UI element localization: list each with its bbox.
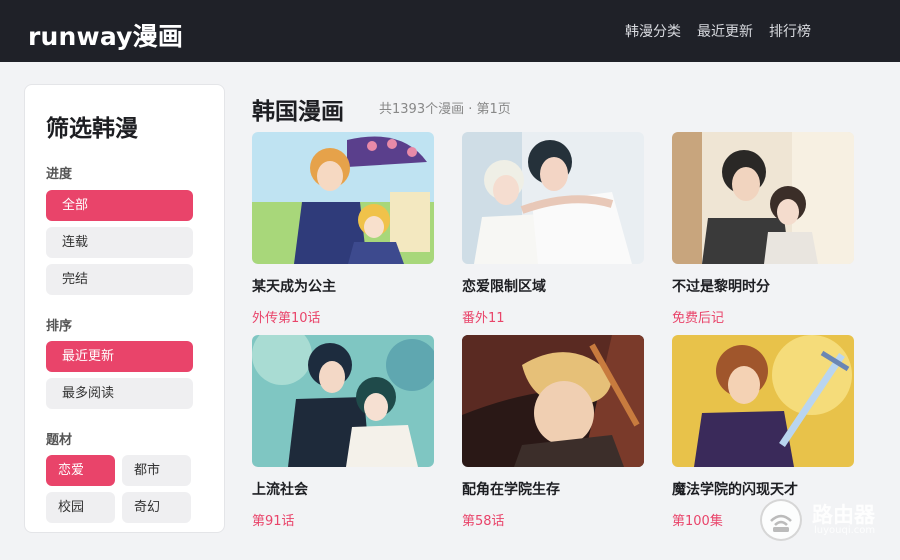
genre-campus-option[interactable]: 校园 bbox=[46, 492, 115, 523]
progress-label: 进度 bbox=[46, 167, 73, 182]
comic-title[interactable]: 配角在学院生存 bbox=[462, 479, 644, 499]
comic-card[interactable]: 某天成为公主 外传第10话 bbox=[252, 132, 434, 326]
genre-fantasy-option[interactable]: 奇幻 bbox=[122, 492, 191, 523]
sort-most-read-option[interactable]: 最多阅读 bbox=[46, 378, 193, 409]
comic-card[interactable]: 配角在学院生存 第58话 bbox=[462, 335, 644, 529]
comic-card[interactable]: 不过是黎明时分 免费后记 bbox=[672, 132, 854, 326]
comic-latest-episode[interactable]: 外传第10话 bbox=[252, 307, 434, 326]
comic-cover-image[interactable] bbox=[462, 132, 644, 264]
genre-romance-option[interactable]: 恋爱 bbox=[46, 455, 115, 486]
comic-card[interactable]: 上流社会 第91话 bbox=[252, 335, 434, 529]
comic-title[interactable]: 恋爱限制区域 bbox=[462, 276, 644, 296]
watermark-subtext: luyouqi.com bbox=[814, 525, 876, 536]
comic-latest-episode[interactable]: 第91话 bbox=[252, 510, 434, 529]
main-nav: 韩漫分类 最近更新 排行榜 bbox=[625, 21, 811, 41]
result-count: 共1393个漫画 · 第1页 bbox=[379, 102, 511, 117]
sidebar-title: 筛选韩漫 bbox=[46, 116, 138, 142]
comic-latest-episode[interactable]: 第58话 bbox=[462, 510, 644, 529]
site-watermark: 路由器 luyouqi.com bbox=[760, 495, 890, 543]
site-logo[interactable]: runway漫画 bbox=[28, 17, 183, 53]
comic-cover-image[interactable] bbox=[462, 335, 644, 467]
comic-title[interactable]: 上流社会 bbox=[252, 479, 434, 499]
comic-card[interactable]: 恋爱限制区域 番外11 bbox=[462, 132, 644, 326]
sort-latest-option[interactable]: 最近更新 bbox=[46, 341, 193, 372]
nav-korean-manhwa-categories[interactable]: 韩漫分类 bbox=[625, 21, 681, 41]
top-bar: runway漫画 韩漫分类 最近更新 排行榜 bbox=[0, 0, 900, 62]
comic-title[interactable]: 不过是黎明时分 bbox=[672, 276, 854, 296]
filter-sidebar: 筛选韩漫 进度 全部 连载 完结 排序 最近更新 最多阅读 题材 恋爱 都市 校… bbox=[24, 84, 225, 533]
comic-latest-episode[interactable]: 番外11 bbox=[462, 307, 644, 326]
sort-label: 排序 bbox=[46, 319, 73, 334]
comic-cover-image[interactable] bbox=[672, 132, 854, 264]
comic-cover-image[interactable] bbox=[252, 132, 434, 264]
page-title: 韩国漫画 bbox=[252, 99, 344, 125]
progress-all-option[interactable]: 全部 bbox=[46, 190, 193, 221]
progress-completed-option[interactable]: 完结 bbox=[46, 264, 193, 295]
router-icon bbox=[760, 499, 802, 541]
genre-label: 题材 bbox=[46, 433, 73, 448]
nav-rankings[interactable]: 排行榜 bbox=[769, 21, 811, 41]
progress-ongoing-option[interactable]: 连载 bbox=[46, 227, 193, 258]
comic-latest-episode[interactable]: 免费后记 bbox=[672, 307, 854, 326]
comic-title[interactable]: 某天成为公主 bbox=[252, 276, 434, 296]
genre-urban-option[interactable]: 都市 bbox=[122, 455, 191, 486]
comic-cover-image[interactable] bbox=[672, 335, 854, 467]
comic-cover-image[interactable] bbox=[252, 335, 434, 467]
nav-latest-updates[interactable]: 最近更新 bbox=[697, 21, 753, 41]
